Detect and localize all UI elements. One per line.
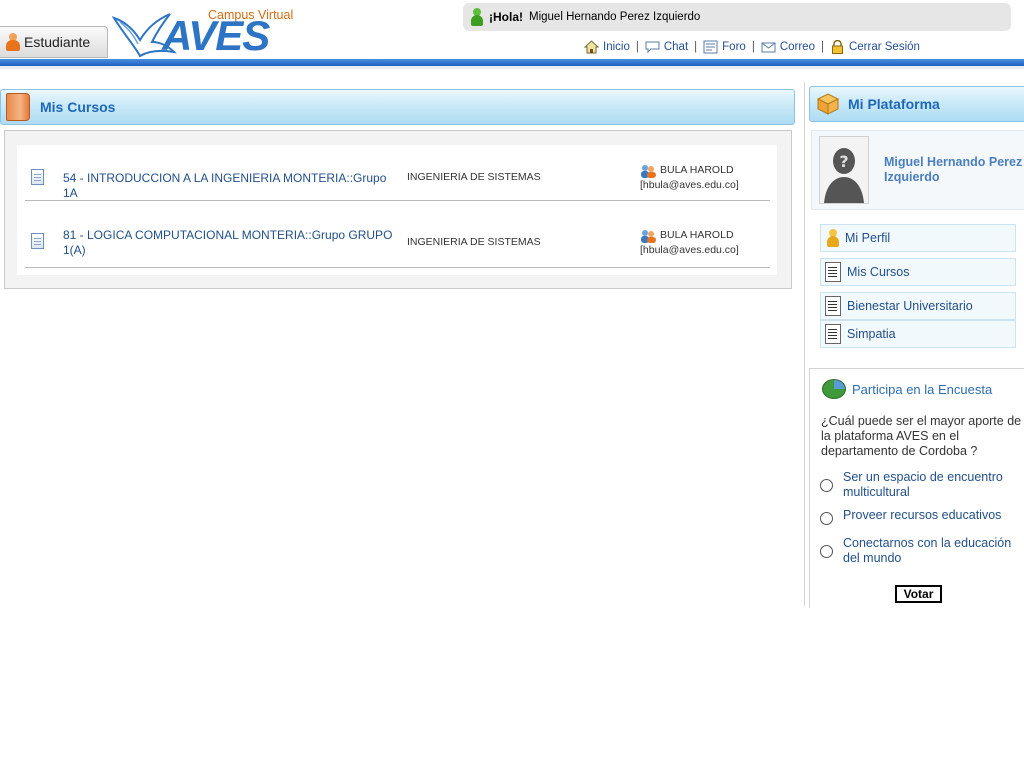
survey-header: Participa en la Encuesta bbox=[822, 379, 992, 399]
user-icon bbox=[827, 229, 839, 247]
header-divider bbox=[0, 59, 1024, 66]
course-link[interactable]: 54 - INTRODUCCION A LA INGENIERIA MONTER… bbox=[63, 171, 403, 201]
teacher-name: BULA HAROLD bbox=[660, 229, 734, 241]
sidebar-item-label: Bienestar Universitario bbox=[847, 299, 973, 313]
survey-option[interactable]: Conectarnos con la educación del mundo bbox=[820, 536, 1011, 565]
nav-separator: | bbox=[751, 41, 755, 53]
sidebar-item-label: Mis Cursos bbox=[847, 265, 910, 279]
mis-cursos-title: Mis Cursos bbox=[40, 99, 116, 115]
mi-plataforma-title: Mi Plataforma bbox=[848, 96, 940, 112]
list-icon bbox=[825, 262, 841, 282]
logo-brand-text: AVES bbox=[162, 12, 270, 59]
survey-option-radio[interactable] bbox=[820, 512, 833, 525]
package-icon bbox=[816, 93, 840, 115]
survey-option-label[interactable]: Proveer recursos educativos bbox=[843, 508, 1023, 523]
course-program: INGENIERIA DE SISTEMAS bbox=[407, 236, 541, 248]
greeting-bar: ¡Hola! Miguel Hernando Perez Izquierdo bbox=[463, 3, 1011, 31]
document-icon bbox=[31, 169, 44, 185]
course-teacher: BULA HAROLD [hbula@aves.edu.co] bbox=[640, 163, 739, 193]
sidebar-item-label: Simpatia bbox=[847, 327, 896, 341]
course-teacher: BULA HAROLD [hbula@aves.edu.co] bbox=[640, 228, 739, 258]
nav-chat-label: Chat bbox=[663, 41, 689, 53]
users-icon bbox=[641, 164, 656, 178]
pie-chart-icon bbox=[822, 379, 846, 399]
lock-icon bbox=[831, 40, 843, 54]
greeting-user-name: Miguel Hernando Perez Izquierdo bbox=[529, 11, 701, 23]
home-icon bbox=[584, 40, 599, 54]
avatar[interactable]: ? bbox=[819, 136, 869, 204]
courses-panel: 54 - INTRODUCCION A LA INGENIERIA MONTER… bbox=[4, 130, 792, 289]
nav-cerrar-sesion-label: Cerrar Sesión bbox=[848, 41, 920, 53]
top-navigation: Inicio | Chat | Foro | Correo | Cerrar S… bbox=[584, 39, 920, 55]
svg-text:?: ? bbox=[839, 152, 848, 171]
chat-icon bbox=[645, 41, 660, 54]
nav-correo-label: Correo bbox=[779, 41, 815, 53]
course-link[interactable]: 81 - LOGICA COMPUTACIONAL MONTERIA::Grup… bbox=[63, 228, 403, 258]
nav-cerrar-sesion[interactable]: Cerrar Sesión bbox=[830, 40, 920, 54]
header-shadow bbox=[0, 66, 1024, 69]
sidebar-divider bbox=[804, 82, 805, 606]
nav-correo[interactable]: Correo bbox=[761, 40, 815, 54]
survey-option-radio[interactable] bbox=[820, 545, 833, 558]
sidebar-item-label: Mi Perfil bbox=[845, 231, 891, 245]
survey-option-radio[interactable] bbox=[820, 479, 833, 492]
role-tab[interactable]: Estudiante bbox=[0, 26, 108, 58]
list-icon bbox=[825, 324, 841, 344]
course-program: INGENIERIA DE SISTEMAS bbox=[407, 171, 541, 183]
document-icon bbox=[31, 233, 44, 249]
teacher-name: BULA HAROLD bbox=[660, 164, 734, 176]
aves-logo[interactable]: Campus Virtual AVES bbox=[112, 6, 300, 58]
nav-foro-label: Foro bbox=[722, 41, 746, 53]
sidebar-item-mis-cursos[interactable]: Mis Cursos bbox=[820, 258, 1016, 286]
vote-button[interactable]: Votar bbox=[895, 585, 942, 603]
mi-plataforma-header: Mi Plataforma bbox=[809, 86, 1024, 122]
unknown-user-icon: ? bbox=[820, 137, 868, 203]
nav-foro[interactable]: Foro bbox=[703, 40, 746, 54]
forum-icon bbox=[703, 40, 718, 54]
profile-card: ? Miguel Hernando Perez Izquierdo bbox=[811, 130, 1024, 210]
survey-option[interactable]: Proveer recursos educativos bbox=[820, 508, 1001, 525]
mis-cursos-header: Mis Cursos bbox=[0, 89, 795, 125]
nav-inicio[interactable]: Inicio bbox=[584, 40, 630, 54]
teacher-email[interactable]: [hbula@aves.edu.co] bbox=[640, 178, 739, 193]
sidebar-item-mi-perfil[interactable]: Mi Perfil bbox=[820, 224, 1016, 252]
courses-list: 54 - INTRODUCCION A LA INGENIERIA MONTER… bbox=[17, 145, 777, 275]
survey-panel: Participa en la Encuesta ¿Cuál puede ser… bbox=[809, 368, 1024, 608]
survey-question: ¿Cuál puede ser el mayor aporte de la pl… bbox=[821, 414, 1022, 458]
role-label: Estudiante bbox=[24, 34, 91, 50]
student-icon bbox=[6, 33, 20, 51]
nav-separator: | bbox=[694, 41, 698, 53]
course-row: 54 - INTRODUCCION A LA INGENIERIA MONTER… bbox=[25, 145, 770, 201]
profile-name[interactable]: Miguel Hernando Perez Izquierdo bbox=[884, 155, 1024, 185]
greeting-hola: ¡Hola! bbox=[489, 10, 523, 24]
book-icon bbox=[6, 93, 30, 121]
sidebar-item-simpatia[interactable]: Simpatia bbox=[820, 320, 1016, 348]
nav-inicio-label: Inicio bbox=[603, 41, 630, 53]
teacher-email[interactable]: [hbula@aves.edu.co] bbox=[640, 243, 739, 258]
survey-option[interactable]: Ser un espacio de encuentro multicultura… bbox=[820, 470, 1003, 499]
survey-title: Participa en la Encuesta bbox=[852, 381, 993, 397]
nav-separator: | bbox=[820, 41, 824, 53]
survey-option-label[interactable]: Conectarnos con la educación del mundo bbox=[843, 536, 1023, 566]
mail-icon bbox=[761, 42, 776, 53]
user-online-icon bbox=[471, 8, 483, 26]
top-header: Estudiante Campus Virtual AVES ¡Hola! Mi… bbox=[0, 0, 1024, 69]
survey-option-label[interactable]: Ser un espacio de encuentro multicultura… bbox=[843, 470, 1023, 500]
list-icon bbox=[825, 296, 841, 316]
nav-separator: | bbox=[635, 41, 639, 53]
nav-chat[interactable]: Chat bbox=[645, 40, 688, 54]
sidebar-item-bienestar-universitario[interactable]: Bienestar Universitario bbox=[820, 292, 1016, 320]
users-icon bbox=[641, 229, 656, 243]
course-row: 81 - LOGICA COMPUTACIONAL MONTERIA::Grup… bbox=[25, 201, 770, 268]
